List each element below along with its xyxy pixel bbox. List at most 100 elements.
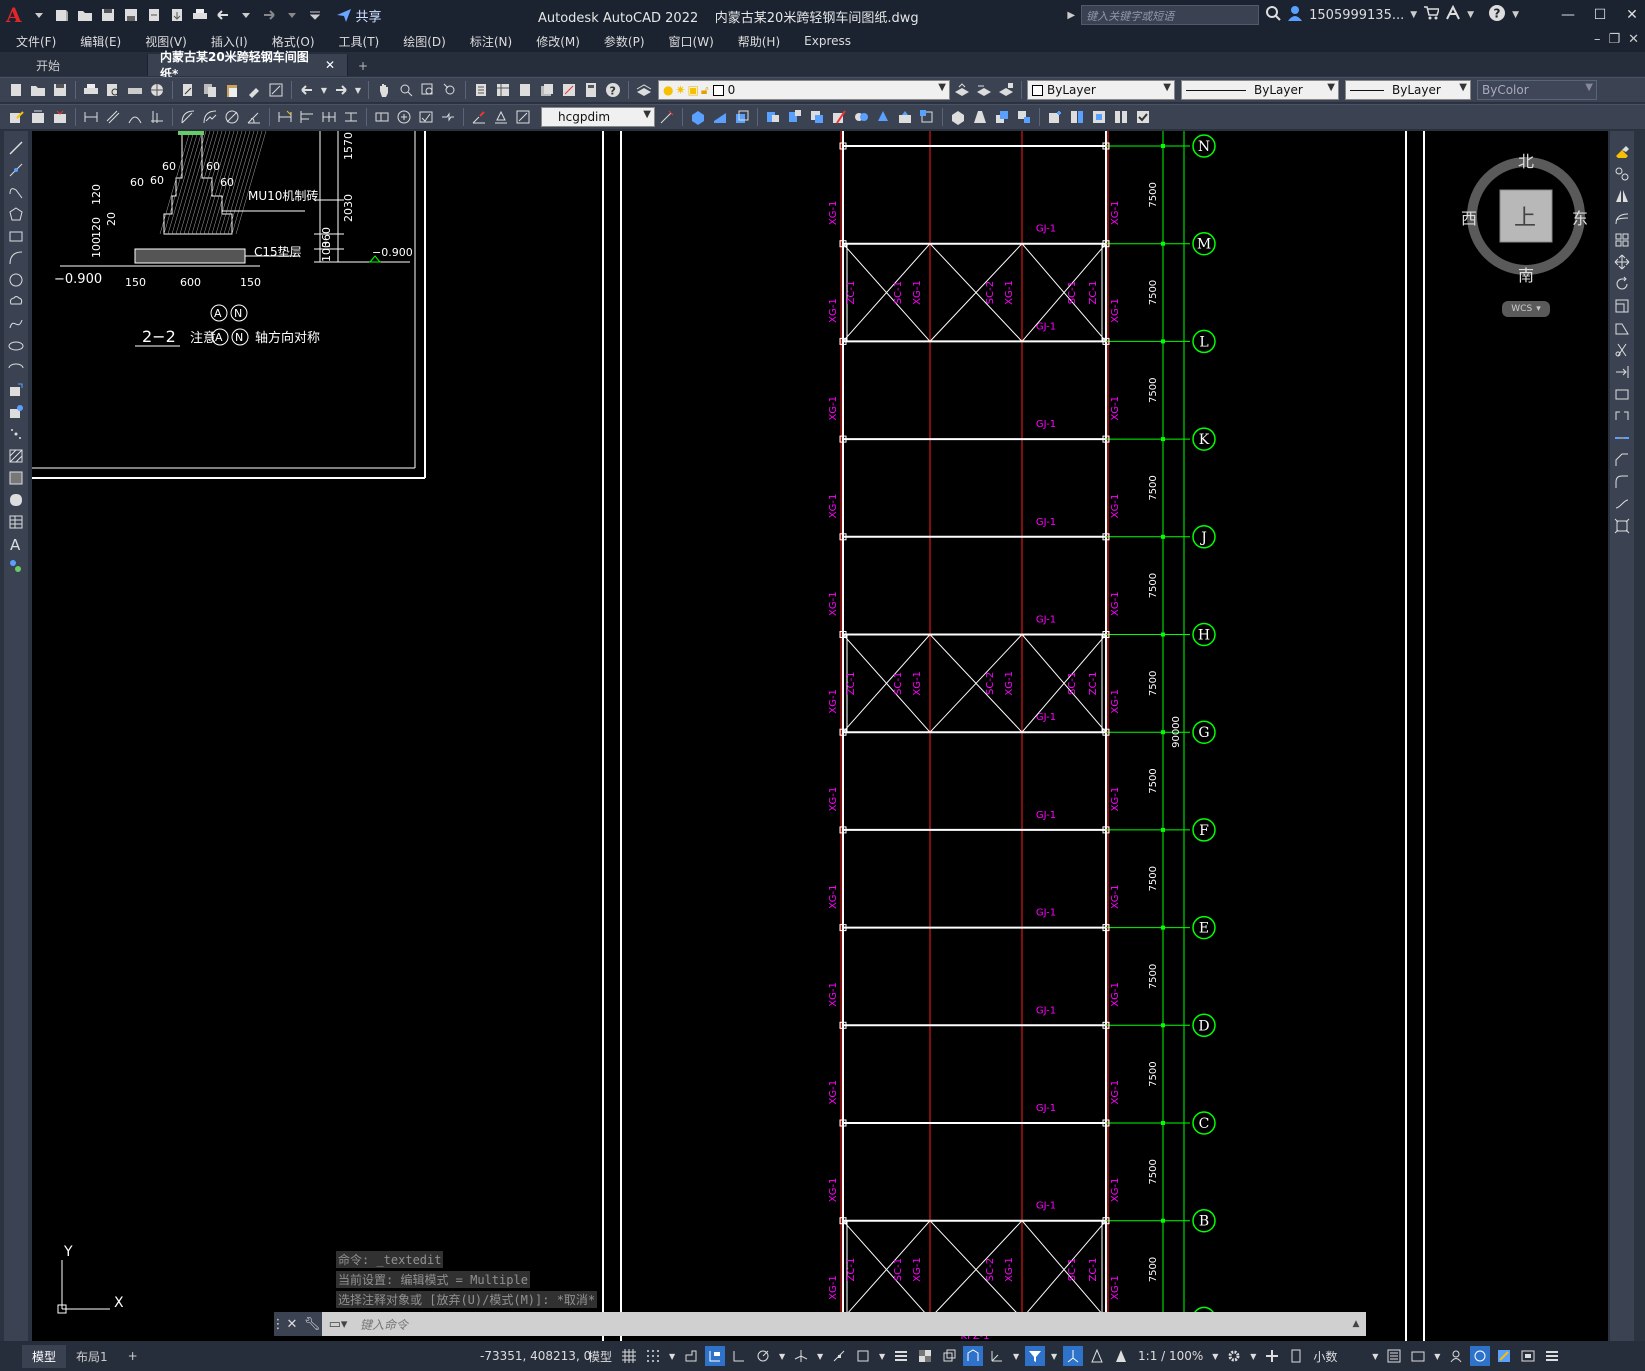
properties-icon[interactable] [471,80,491,100]
compass-north[interactable]: 北 [1518,148,1534,172]
annotation-scale[interactable]: 1:1 / 100% [1135,1349,1206,1363]
scale-dropdown-icon[interactable]: ▼ [1210,1346,1220,1366]
continue-dim-icon[interactable] [319,107,339,127]
ordinate-dim-icon[interactable] [147,107,167,127]
copy-faces-icon[interactable] [1067,107,1087,127]
redo-icon[interactable] [259,4,279,26]
solid-wedge-icon[interactable] [710,107,730,127]
polar-dropdown-icon[interactable]: ▼ [777,1346,787,1366]
object-snap-icon[interactable] [853,1346,873,1366]
doc-restore-button[interactable]: ❐ [1608,32,1620,47]
dim-space-icon[interactable] [341,107,361,127]
open-icon[interactable] [28,80,48,100]
break-at-point-icon[interactable] [1613,385,1631,402]
quick-properties-icon[interactable] [1384,1346,1404,1366]
compass-west[interactable]: 西 [1461,205,1477,229]
wcs-menu[interactable]: WCS ▾ [1502,301,1550,317]
chevron-down-icon[interactable]: ▼ [938,82,946,93]
lock-icon[interactable]: 🔓︎ [701,83,709,98]
publish-icon[interactable] [125,80,145,100]
new-tab-button[interactable]: + [348,56,378,76]
close-button[interactable]: ✕ [1619,0,1645,30]
polyline-icon[interactable] [7,183,25,200]
mirror-icon[interactable] [1613,187,1631,204]
menu-item[interactable]: 绘图(D) [391,33,458,50]
ellipse-icon[interactable] [7,337,25,354]
gradient-icon[interactable] [7,469,25,486]
doc-minimize-button[interactable]: – [1594,32,1601,47]
tab-drawing[interactable]: 内蒙古某20米跨轻钢车间图纸* ✕ [148,50,348,81]
attribute-icon[interactable] [28,107,48,127]
move-icon[interactable] [1613,253,1631,270]
layer-previous-icon[interactable] [974,80,994,100]
object-snap-tracking-icon[interactable] [829,1346,849,1366]
plot-icon[interactable] [190,4,210,26]
selection-filter-icon[interactable] [1025,1346,1046,1366]
scale-icon[interactable] [1613,297,1631,314]
block-editor-icon[interactable] [266,80,286,100]
model-space-toggle[interactable]: 模型 [585,1348,615,1365]
offset-icon[interactable] [1613,209,1631,226]
app-dropdown-icon[interactable]: ▼ [1467,10,1474,20]
shell-icon[interactable] [948,107,968,127]
search-input[interactable]: 键入关键字或短语 [1081,5,1260,25]
tolerance-icon[interactable] [372,107,392,127]
rectangle-icon[interactable] [7,227,25,244]
make-block-icon[interactable] [7,403,25,420]
menu-item[interactable]: 视图(V) [133,33,199,50]
coordinates-readout[interactable]: -73351, 408213, 0 [480,1349,591,1363]
sheet-set-icon[interactable] [537,80,557,100]
customize-dropdown-icon[interactable] [305,4,325,26]
color-combo[interactable]: ByLayer ▼ [1027,80,1175,100]
solid-extrude-icon[interactable] [732,107,752,127]
undo-icon[interactable] [213,4,233,26]
extract-edges-icon[interactable] [917,107,937,127]
paste-icon[interactable] [222,80,242,100]
user-dropdown-icon[interactable]: ▼ [1410,10,1417,20]
compass-south[interactable]: 南 [1518,262,1534,286]
command-history-toggle-icon[interactable]: ▲ [1346,1312,1366,1336]
web-open-icon[interactable] [144,4,164,26]
inspect-icon[interactable] [416,107,436,127]
menu-item[interactable]: 修改(M) [524,33,592,50]
viewcube-top-label[interactable]: 上 [1514,200,1536,232]
line-icon[interactable] [7,139,25,156]
center-mark-icon[interactable] [394,107,414,127]
quickcalc-icon[interactable] [581,80,601,100]
fillet-icon[interactable] [1613,473,1631,490]
infer-constraints-icon[interactable] [681,1346,701,1366]
save-icon[interactable] [50,80,70,100]
spline-icon[interactable] [7,315,25,332]
markup-icon[interactable] [559,80,579,100]
menu-item[interactable]: Express [792,34,863,48]
units-dropdown-icon[interactable]: ▼ [1370,1346,1380,1366]
chevron-down-icon[interactable]: ▼ [1327,82,1335,93]
fullscreen-icon[interactable] [1518,1346,1538,1366]
aligned-dim-icon[interactable] [103,107,123,127]
isolate-objects-icon[interactable] [1446,1346,1466,1366]
help-icon[interactable]: ? [603,80,623,100]
linear-dim-icon[interactable] [81,107,101,127]
arc-icon[interactable] [7,249,25,266]
menu-item[interactable]: 编辑(E) [68,33,133,50]
construction-line-icon[interactable] [7,161,25,178]
dynamic-input-icon[interactable] [705,1346,726,1366]
redo-icon[interactable] [331,80,351,100]
polar-icon[interactable] [753,1346,773,1366]
diameter-dim-icon[interactable] [222,107,242,127]
revcloud-icon[interactable] [7,293,25,310]
dim-text-edit-icon[interactable] [491,107,511,127]
add-layout-button[interactable]: + [118,1346,148,1366]
break-icon[interactable] [1613,407,1631,424]
add-selected-icon[interactable] [7,557,25,574]
flatshot-icon[interactable] [895,107,915,127]
menu-item[interactable]: 格式(O) [260,33,327,50]
grid-icon[interactable] [619,1346,639,1366]
circle-icon[interactable] [7,271,25,288]
mtext-icon[interactable]: A [7,535,25,552]
bulb-icon[interactable]: ● [663,83,673,97]
check-icon[interactable] [1133,107,1153,127]
extend-icon[interactable] [1613,363,1631,380]
slice-icon[interactable] [829,107,849,127]
stretch-icon[interactable] [1613,319,1631,336]
